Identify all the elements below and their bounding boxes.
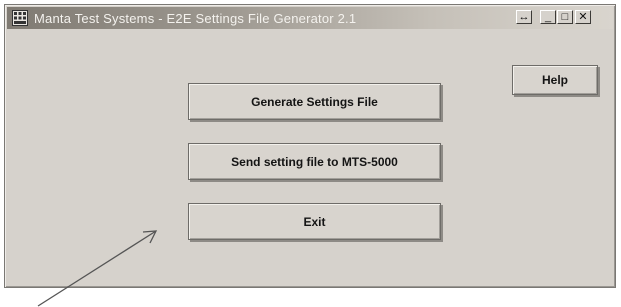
title-bar[interactable]: Manta Test Systems - E2E Settings File G… [7, 7, 613, 29]
generate-settings-button[interactable]: Generate Settings File [188, 83, 441, 120]
restore-arrows-icon[interactable]: ↔ [516, 10, 532, 24]
exit-button[interactable]: Exit [188, 203, 441, 240]
window-title: Manta Test Systems - E2E Settings File G… [34, 10, 357, 26]
close-button[interactable]: ✕ [575, 10, 591, 24]
app-window: Manta Test Systems - E2E Settings File G… [4, 4, 616, 288]
app-grid-icon[interactable] [12, 10, 28, 26]
send-settings-button[interactable]: Send setting file to MTS-5000 [188, 143, 441, 180]
client-area: Generate Settings File Send setting file… [7, 31, 613, 285]
help-button[interactable]: Help [512, 65, 598, 95]
maximize-button[interactable]: □ [557, 10, 573, 24]
minimize-button[interactable]: _ [540, 10, 556, 24]
